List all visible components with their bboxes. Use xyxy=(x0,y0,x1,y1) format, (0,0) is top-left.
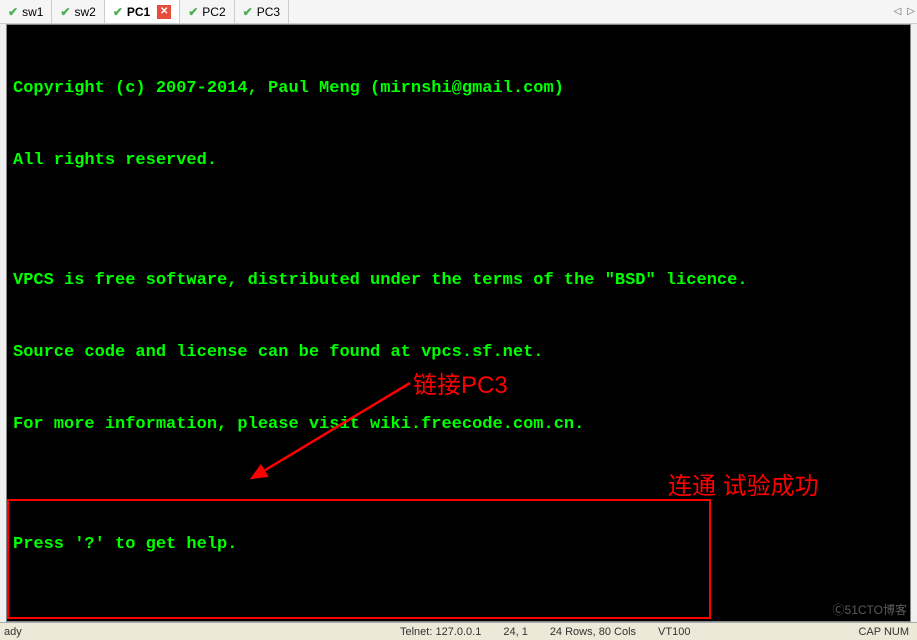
check-icon: ✔ xyxy=(60,5,70,19)
terminal[interactable]: Copyright (c) 2007-2014, Paul Meng (mirn… xyxy=(6,24,911,622)
tab-controls: ◁ ▷ xyxy=(894,0,915,23)
tab-prev-icon[interactable]: ◁ xyxy=(894,6,902,17)
watermark: Ⓒ51CTO博客 xyxy=(833,601,907,618)
status-cursor-pos: 24, 1 xyxy=(503,626,527,638)
tab-next-icon[interactable]: ▷ xyxy=(907,6,915,17)
check-icon: ✔ xyxy=(8,5,18,19)
terminal-line: Press '?' to get help. xyxy=(13,533,904,557)
tab-pc1[interactable]: ✔ PC1 ✕ xyxy=(105,0,180,23)
tab-bar: ✔ sw1 ✔ sw2 ✔ PC1 ✕ ✔ PC2 ✔ PC3 ◁ ▷ xyxy=(0,0,917,24)
status-caps: CAP NUM xyxy=(858,626,909,638)
tab-sw1[interactable]: ✔ sw1 xyxy=(0,0,52,23)
status-ready: ady xyxy=(0,626,22,638)
terminal-line: VPCS is free software, distributed under… xyxy=(13,269,904,293)
tab-label: sw1 xyxy=(22,5,43,19)
status-telnet: Telnet: 127.0.0.1 xyxy=(400,626,481,638)
tab-label: PC3 xyxy=(257,5,280,19)
tab-label: PC2 xyxy=(202,5,225,19)
status-size: 24 Rows, 80 Cols xyxy=(550,626,636,638)
terminal-line: Source code and license can be found at … xyxy=(13,341,904,365)
status-term: VT100 xyxy=(658,626,690,638)
check-icon: ✔ xyxy=(243,5,253,19)
check-icon: ✔ xyxy=(188,5,198,19)
check-icon: ✔ xyxy=(113,5,123,19)
terminal-line: Copyright (c) 2007-2014, Paul Meng (mirn… xyxy=(13,77,904,101)
tab-pc2[interactable]: ✔ PC2 xyxy=(180,0,234,23)
terminal-line: All rights reserved. xyxy=(13,149,904,173)
status-bar: ady Telnet: 127.0.0.1 24, 1 24 Rows, 80 … xyxy=(0,622,917,640)
terminal-line: For more information, please visit wiki.… xyxy=(13,413,904,437)
tab-pc3[interactable]: ✔ PC3 xyxy=(235,0,289,23)
tab-label: PC1 xyxy=(127,5,150,19)
close-icon[interactable]: ✕ xyxy=(157,5,171,19)
tab-label: sw2 xyxy=(74,5,95,19)
tab-sw2[interactable]: ✔ sw2 xyxy=(52,0,104,23)
